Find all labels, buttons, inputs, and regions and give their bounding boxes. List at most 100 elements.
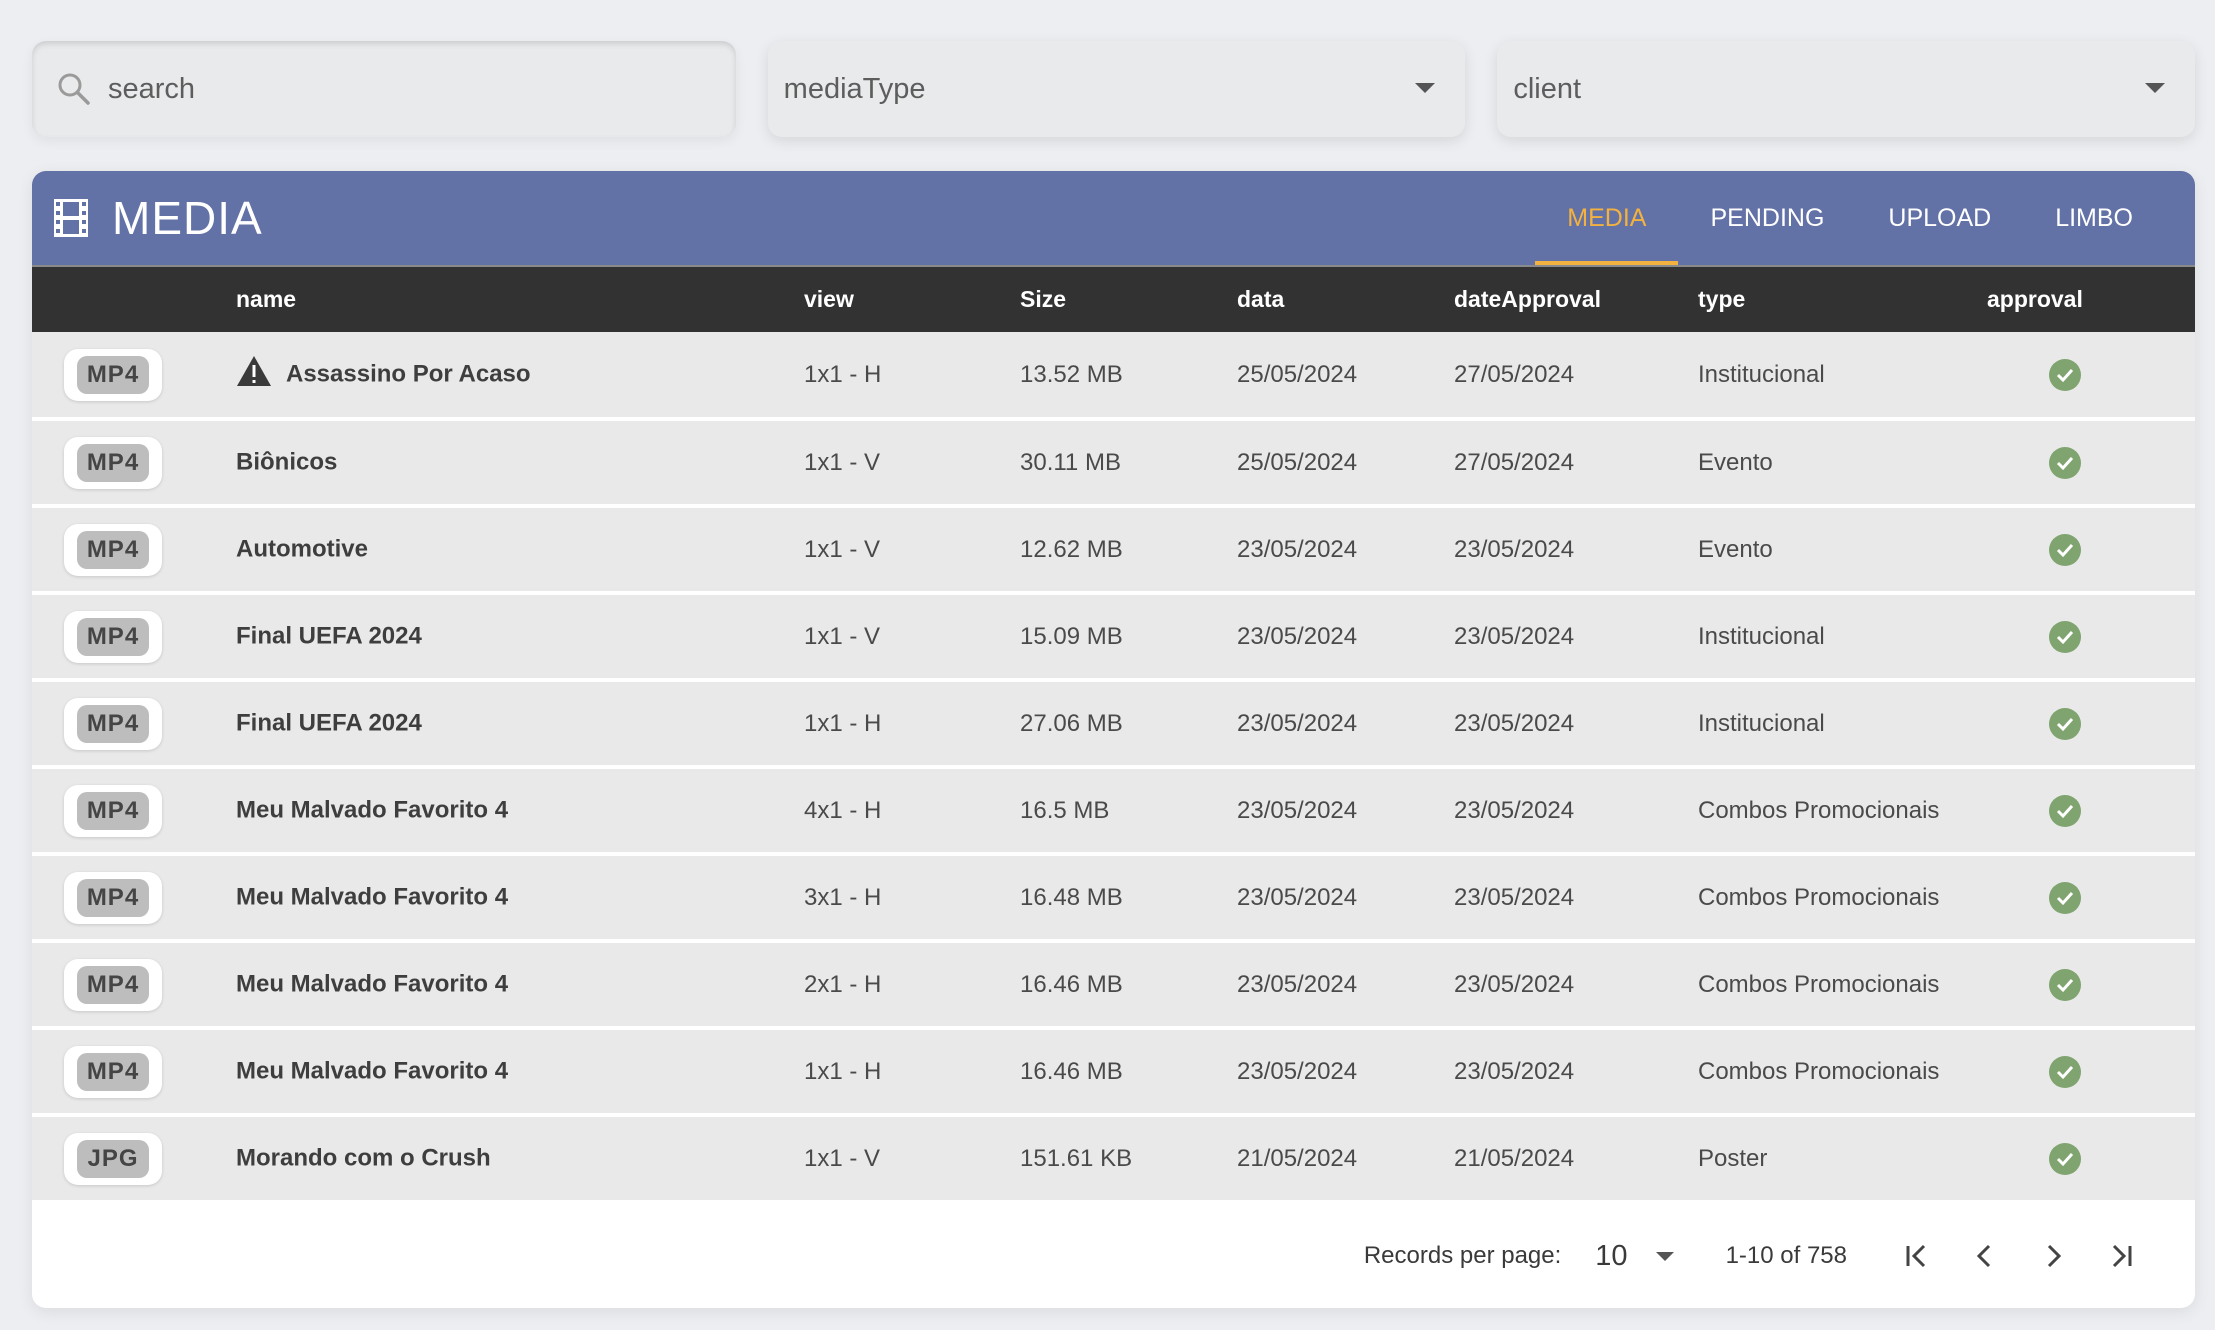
media-name: Meu Malvado Favorito 4 — [236, 796, 509, 824]
column-header-size[interactable]: Size — [1020, 265, 1237, 332]
size-cell: 15.09 MB — [1020, 622, 1123, 650]
format-label: MP4 — [76, 1052, 150, 1091]
media-name: Morando com o Crush — [236, 1144, 491, 1172]
view-cell: 1x1 - V — [804, 1144, 881, 1172]
column-header-type[interactable]: type — [1698, 265, 1987, 332]
approval-cell — [1987, 854, 2195, 941]
client-select[interactable]: client — [1497, 41, 2196, 137]
next-page-icon[interactable] — [2033, 1236, 2073, 1276]
table-header-row: name view Size data dateApproval type ap… — [32, 265, 2195, 332]
table-body: MP4 Assassino Por Acaso 1x1 - H 13.52 MB 25/… — [32, 332, 2195, 1202]
search-field[interactable]: search — [32, 41, 736, 137]
tab-upload[interactable]: UPLOAD — [1856, 171, 2023, 265]
column-header-approval[interactable]: approval — [1987, 265, 2195, 332]
size-cell: 16.46 MB — [1020, 1057, 1123, 1085]
check-circle-icon — [2049, 533, 2081, 566]
search-placeholder: search — [108, 72, 196, 105]
size-cell: 16.48 MB — [1020, 883, 1123, 911]
format-cell: MP4 — [32, 506, 236, 593]
format-label: MP4 — [76, 965, 150, 1004]
format-label: MP4 — [76, 617, 150, 656]
type-cell: Institucional — [1698, 622, 1825, 650]
size-cell: 27.06 MB — [1020, 709, 1123, 737]
column-header-name[interactable]: name — [236, 265, 804, 332]
table-row[interactable]: MP4 Meu Malvado Favorito 4 2x1 - H 16.46 MB… — [32, 941, 2195, 1028]
format-badge: MP4 — [64, 348, 162, 401]
approval-cell — [1987, 941, 2195, 1028]
table-row[interactable]: MP4 Final UEFA 2024 1x1 - V 15.09 MB 23/05/2… — [32, 593, 2195, 680]
media-name: Automotive — [236, 535, 368, 563]
chevron-down-icon — [1655, 1251, 1674, 1261]
name-cell: Meu Malvado Favorito 4 — [236, 941, 804, 1028]
column-header-data[interactable]: data — [1237, 265, 1454, 332]
column-header-date-approval[interactable]: dateApproval — [1454, 265, 1698, 332]
date-approval-cell: 23/05/2024 — [1454, 1057, 1575, 1085]
tab-limbo[interactable]: LIMBO — [2023, 171, 2165, 265]
format-cell: MP4 — [32, 941, 236, 1028]
table-row[interactable]: MP4 Meu Malvado Favorito 4 3x1 - H 16.48 MB… — [32, 854, 2195, 941]
data-cell: 23/05/2024 — [1237, 1057, 1358, 1085]
format-badge: JPG — [64, 1132, 162, 1185]
format-label: JPG — [77, 1139, 149, 1178]
view-cell: 1x1 - H — [804, 360, 882, 388]
media-name: Biônicos — [236, 448, 338, 476]
tab-pending[interactable]: PENDING — [1678, 171, 1856, 265]
data-cell: 23/05/2024 — [1237, 796, 1358, 824]
format-cell: JPG — [32, 1115, 236, 1202]
table-row[interactable]: MP4 Automotive 1x1 - V 12.62 MB 23/05/2024 23… — [32, 506, 2195, 593]
media-table: name view Size data dateApproval type ap… — [32, 265, 2195, 1204]
column-header-view[interactable]: view — [804, 265, 1020, 332]
table-row[interactable]: MP4 Assassino Por Acaso 1x1 - H 13.52 MB 25/… — [32, 332, 2195, 419]
size-cell: 151.61 KB — [1020, 1144, 1133, 1172]
table-row[interactable]: JPG Morando com o Crush 1x1 - V 151.61 KB 21… — [32, 1115, 2195, 1202]
search-icon — [54, 69, 94, 109]
tab-media[interactable]: MEDIA — [1535, 171, 1679, 265]
first-page-icon[interactable] — [1897, 1236, 1937, 1276]
media-type-select[interactable]: mediaType — [767, 41, 1466, 137]
check-circle-icon — [2049, 707, 2081, 740]
date-approval-cell: 23/05/2024 — [1454, 709, 1575, 737]
chevron-down-icon — [1415, 83, 1436, 93]
film-icon — [54, 198, 88, 238]
format-badge: MP4 — [64, 871, 162, 924]
table-row[interactable]: MP4 Meu Malvado Favorito 4 1x1 - H 16.46 MB… — [32, 1028, 2195, 1115]
warning-icon — [236, 355, 272, 394]
data-cell: 23/05/2024 — [1237, 970, 1358, 998]
format-cell: MP4 — [32, 332, 236, 419]
view-cell: 1x1 - V — [804, 535, 881, 563]
name-cell: Biônicos — [236, 419, 804, 506]
data-cell: 23/05/2024 — [1237, 535, 1358, 563]
format-badge: MP4 — [64, 1045, 162, 1098]
view-cell: 2x1 - H — [804, 970, 882, 998]
records-per-page-select[interactable]: 10 — [1595, 1240, 1674, 1273]
name-cell: Final UEFA 2024 — [236, 593, 804, 680]
media-name: Meu Malvado Favorito 4 — [236, 883, 509, 911]
previous-page-icon[interactable] — [1965, 1236, 2005, 1276]
table-row[interactable]: MP4 Biônicos 1x1 - V 30.11 MB 25/05/2024 27/0… — [32, 419, 2195, 506]
type-cell: Combos Promocionais — [1698, 1057, 1940, 1085]
date-approval-cell: 23/05/2024 — [1454, 535, 1575, 563]
format-cell: MP4 — [32, 419, 236, 506]
data-cell: 23/05/2024 — [1237, 622, 1358, 650]
page-title: MEDIA — [112, 192, 263, 244]
card-header: MEDIA MEDIA PENDING UPLOAD LIMBO — [32, 171, 2195, 265]
check-circle-icon — [2049, 358, 2081, 391]
type-cell: Combos Promocionais — [1698, 970, 1940, 998]
size-cell: 16.5 MB — [1020, 796, 1110, 824]
table-row[interactable]: MP4 Meu Malvado Favorito 4 4x1 - H 16.5 MB 2… — [32, 767, 2195, 854]
date-approval-cell: 21/05/2024 — [1454, 1144, 1575, 1172]
data-cell: 23/05/2024 — [1237, 883, 1358, 911]
check-circle-icon — [2049, 620, 2081, 653]
view-cell: 1x1 - H — [804, 1057, 882, 1085]
approval-cell — [1987, 593, 2195, 680]
size-cell: 30.11 MB — [1020, 448, 1121, 476]
table-row[interactable]: MP4 Final UEFA 2024 1x1 - H 27.06 MB 23/05/2… — [32, 680, 2195, 767]
format-cell: MP4 — [32, 1028, 236, 1115]
last-page-icon[interactable] — [2101, 1236, 2141, 1276]
records-per-page-label: Records per page: — [1363, 1242, 1562, 1269]
pager-controls — [1897, 1236, 2141, 1276]
data-cell: 25/05/2024 — [1237, 360, 1358, 388]
client-label: client — [1513, 72, 1582, 105]
date-approval-cell: 27/05/2024 — [1454, 448, 1575, 476]
format-cell: MP4 — [32, 593, 236, 680]
